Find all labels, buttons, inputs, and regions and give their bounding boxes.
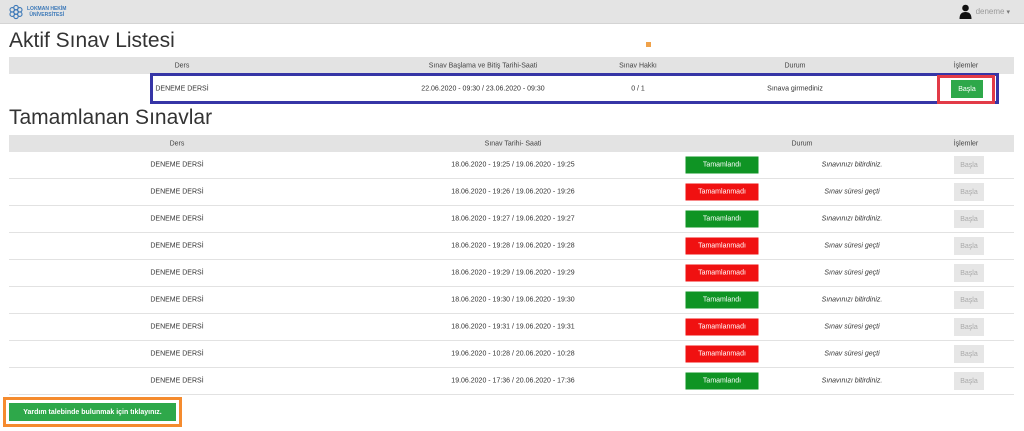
exam-note: Sınavınızı bitirdiniz. (821, 377, 883, 385)
status-badge: Tamamlanmadı (685, 345, 759, 363)
exam-dates: 18.06.2020 - 19:31 / 19.06.2020 - 19:31 (451, 323, 575, 331)
exam-note: Sınavınızı bitirdiniz. (821, 215, 883, 223)
exam-course: DENEME DERSİ (150, 296, 204, 304)
active-exam-row: DENEME DERSİ 22.06.2020 - 09:30 / 23.06.… (9, 74, 1014, 104)
column-header-dates: Sınav Başlama ve Bitiş Tarihi-Saati (428, 62, 538, 69)
start-exam-button[interactable]: Başla (951, 80, 983, 98)
table-row: DENEME DERSİ 19.06.2020 - 10:28 / 20.06.2… (9, 341, 1014, 368)
start-exam-button-disabled: Başla (954, 318, 984, 336)
help-request-button[interactable]: Yardım talebinde bulunmak için tıklayını… (9, 403, 176, 421)
exam-course: DENEME DERSİ (150, 323, 204, 331)
start-exam-button-disabled: Başla (954, 183, 984, 201)
table-row: DENEME DERSİ 18.06.2020 - 19:26 / 19.06.2… (9, 179, 1014, 206)
logo-text: LOKMAN HEKİM ÜNİVERSİTESİ (27, 6, 66, 18)
status-badge: Tamamlandı (685, 210, 759, 228)
start-exam-button-disabled: Başla (954, 237, 984, 255)
column-header-status: Durum (784, 62, 806, 69)
exam-dates: 18.06.2020 - 19:26 / 19.06.2020 - 19:26 (451, 188, 575, 196)
table-row: DENEME DERSİ 18.06.2020 - 19:25 / 19.06.2… (9, 152, 1014, 179)
university-logo[interactable]: LOKMAN HEKİM ÜNİVERSİTESİ (8, 4, 66, 20)
table-row: DENEME DERSİ 18.06.2020 - 19:30 / 19.06.2… (9, 287, 1014, 314)
exam-course: DENEME DERSİ (150, 269, 204, 277)
completed-exams-title: Tamamlanan Sınavlar (9, 106, 213, 129)
status-badge: Tamamlandı (685, 156, 759, 174)
start-exam-button-disabled: Başla (954, 210, 984, 228)
status-badge: Tamamlanmadı (685, 237, 759, 255)
exam-dates: 18.06.2020 - 19:25 / 19.06.2020 - 19:25 (451, 161, 575, 169)
chevron-down-icon: ▾ (1006, 8, 1010, 16)
column-header-status: Durum (791, 140, 813, 147)
exam-course: DENEME DERSİ (150, 188, 204, 196)
status-badge: Tamamlandı (685, 372, 759, 390)
exam-note: Sınav süresi geçti (824, 323, 880, 331)
start-exam-button-disabled: Başla (954, 291, 984, 309)
university-logo-icon (9, 4, 23, 20)
exam-course: DENEME DERSİ (150, 242, 204, 250)
exam-dates: 18.06.2020 - 19:30 / 19.06.2020 - 19:30 (451, 296, 575, 304)
table-row: DENEME DERSİ 19.06.2020 - 17:36 / 20.06.2… (9, 368, 1014, 395)
start-exam-button-disabled: Başla (954, 372, 984, 390)
highlight-box-help: Yardım talebinde bulunmak için tıklayını… (3, 397, 182, 427)
exam-note: Sınav süresi geçti (824, 242, 880, 250)
status-badge: Tamamlanmadı (685, 183, 759, 201)
exam-note: Sınav süresi geçti (824, 188, 880, 196)
top-bar: LOKMAN HEKİM ÜNİVERSİTESİ deneme ▾ (0, 0, 1024, 24)
exam-course: DENEME DERSİ (150, 161, 204, 169)
table-row: DENEME DERSİ 18.06.2020 - 19:28 / 19.06.2… (9, 233, 1014, 260)
column-header-course: Ders (169, 140, 185, 147)
active-status: Sınava girmediniz (767, 85, 823, 93)
column-header-actions: İşlemler (953, 140, 979, 147)
active-table-header: Ders Sınav Başlama ve Bitiş Tarihi-Saati… (9, 57, 1014, 74)
table-row: DENEME DERSİ 18.06.2020 - 19:29 / 19.06.2… (9, 260, 1014, 287)
logo-line-2: ÜNİVERSİTESİ (29, 12, 65, 18)
exam-note: Sınavınızı bitirdiniz. (821, 161, 883, 169)
active-course: DENEME DERSİ (155, 85, 209, 93)
status-badge: Tamamlanmadı (685, 318, 759, 336)
start-exam-button-disabled: Başla (954, 345, 984, 363)
column-header-actions: İşlemler (953, 62, 979, 69)
exam-note: Sınavınızı bitirdiniz. (821, 296, 883, 304)
status-badge: Tamamlandı (685, 291, 759, 309)
exam-dates: 19.06.2020 - 17:36 / 20.06.2020 - 17:36 (451, 377, 575, 385)
exam-course: DENEME DERSİ (150, 350, 204, 358)
column-header-dates: Sınav Tarihi- Saati (484, 140, 542, 147)
decorative-dot (646, 42, 651, 47)
exam-course: DENEME DERSİ (150, 377, 204, 385)
column-header-course: Ders (174, 62, 190, 69)
username: deneme (975, 7, 1005, 16)
table-row: DENEME DERSİ 18.06.2020 - 19:31 / 19.06.2… (9, 314, 1014, 341)
user-icon (959, 4, 972, 19)
exam-note: Sınav süresi geçti (824, 350, 880, 358)
table-row: DENEME DERSİ 18.06.2020 - 19:27 / 19.06.2… (9, 206, 1014, 233)
exam-dates: 18.06.2020 - 19:28 / 19.06.2020 - 19:28 (451, 242, 575, 250)
status-badge: Tamamlanmadı (685, 264, 759, 282)
exam-note: Sınav süresi geçti (824, 269, 880, 277)
active-exams-title: Aktif Sınav Listesi (9, 29, 175, 52)
user-menu[interactable]: deneme ▾ (959, 4, 1010, 19)
active-attempts: 0 / 1 (631, 85, 645, 93)
start-exam-button-disabled: Başla (954, 264, 984, 282)
completed-table-header: Ders Sınav Tarihi- Saati Durum İşlemler (9, 135, 1014, 152)
active-dates: 22.06.2020 - 09:30 / 23.06.2020 - 09:30 (421, 85, 545, 93)
column-header-attempts: Sınav Hakkı (619, 62, 657, 69)
start-exam-button-disabled: Başla (954, 156, 984, 174)
exam-dates: 18.06.2020 - 19:29 / 19.06.2020 - 19:29 (451, 269, 575, 277)
exam-dates: 18.06.2020 - 19:27 / 19.06.2020 - 19:27 (451, 215, 575, 223)
exam-dates: 19.06.2020 - 10:28 / 20.06.2020 - 10:28 (451, 350, 575, 358)
exam-course: DENEME DERSİ (150, 215, 204, 223)
